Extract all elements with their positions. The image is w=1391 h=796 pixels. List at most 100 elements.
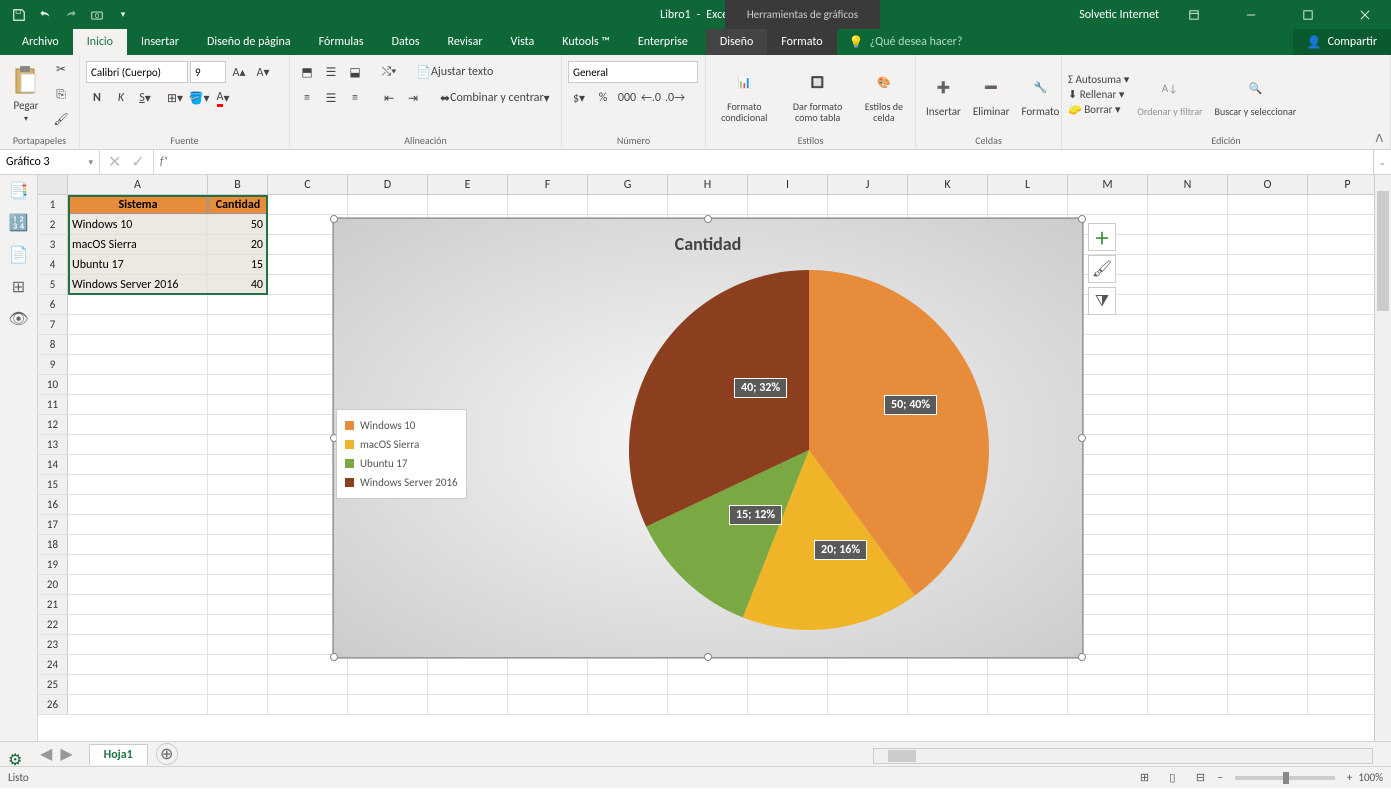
cut-icon[interactable]: ✂ xyxy=(50,59,72,81)
tab-file[interactable]: Archivo xyxy=(8,29,73,55)
align-top-icon[interactable]: ⬒ xyxy=(296,61,318,83)
row-header[interactable]: 18 xyxy=(38,535,68,554)
cell[interactable] xyxy=(1148,315,1228,334)
cell[interactable] xyxy=(208,395,268,414)
cell[interactable] xyxy=(908,675,988,694)
normal-view-icon[interactable]: ⊞ xyxy=(1133,769,1155,787)
cell[interactable] xyxy=(1228,215,1308,234)
column-header[interactable]: L xyxy=(988,175,1068,194)
cell[interactable] xyxy=(68,435,208,454)
tab-review[interactable]: Revisar xyxy=(434,29,497,55)
cell[interactable] xyxy=(1148,555,1228,574)
cell[interactable] xyxy=(1228,695,1308,714)
cell[interactable] xyxy=(1228,275,1308,294)
cell[interactable] xyxy=(1228,355,1308,374)
cell[interactable] xyxy=(1148,515,1228,534)
row-header[interactable]: 12 xyxy=(38,415,68,434)
column-header[interactable]: M xyxy=(1068,175,1148,194)
cell[interactable] xyxy=(1148,255,1228,274)
nav-icon[interactable]: ⊞ xyxy=(12,277,25,297)
legend-item[interactable]: Ubuntu 17 xyxy=(345,454,458,473)
cell[interactable] xyxy=(208,315,268,334)
cell[interactable] xyxy=(208,675,268,694)
cell[interactable] xyxy=(1148,435,1228,454)
cell[interactable] xyxy=(1148,195,1228,214)
cell[interactable] xyxy=(668,675,748,694)
cell[interactable] xyxy=(208,355,268,374)
cell[interactable] xyxy=(1228,495,1308,514)
cell[interactable] xyxy=(1068,695,1148,714)
close-button[interactable] xyxy=(1342,0,1387,29)
cell[interactable] xyxy=(1148,615,1228,634)
cell[interactable] xyxy=(508,675,588,694)
cell[interactable] xyxy=(828,695,908,714)
align-middle-icon[interactable]: ☰ xyxy=(320,61,342,83)
chart-styles-button[interactable]: 🖌 xyxy=(1088,255,1116,283)
zoom-out-button[interactable]: − xyxy=(1217,771,1222,784)
cell[interactable] xyxy=(1228,475,1308,494)
worksheet-grid[interactable]: ABCDEFGHIJKLMNOP 1SistemaCantidad2Window… xyxy=(38,175,1391,741)
cell[interactable] xyxy=(988,695,1068,714)
row-header[interactable]: 2 xyxy=(38,215,68,234)
row-header[interactable]: 7 xyxy=(38,315,68,334)
data-label[interactable]: 15; 12% xyxy=(729,505,782,525)
cell[interactable] xyxy=(1148,675,1228,694)
cell[interactable]: 40 xyxy=(208,275,268,294)
cell[interactable]: Windows Server 2016 xyxy=(68,275,208,294)
cell[interactable]: Windows 10 xyxy=(68,215,208,234)
tab-chart-design[interactable]: Diseño xyxy=(706,29,767,55)
cell[interactable] xyxy=(1228,675,1308,694)
cell[interactable] xyxy=(68,595,208,614)
cell[interactable] xyxy=(1148,275,1228,294)
cell[interactable] xyxy=(68,555,208,574)
format-painter-icon[interactable]: 🖌 xyxy=(50,109,72,131)
cell[interactable] xyxy=(1148,595,1228,614)
cell[interactable] xyxy=(508,195,588,214)
tab-chart-format[interactable]: Formato xyxy=(767,29,836,55)
undo-icon[interactable] xyxy=(34,4,56,26)
chart-elements-button[interactable]: ＋ xyxy=(1088,223,1116,251)
bold-button[interactable]: N xyxy=(86,87,108,109)
cell[interactable] xyxy=(908,695,988,714)
cell[interactable] xyxy=(68,615,208,634)
cell[interactable] xyxy=(68,335,208,354)
cell[interactable] xyxy=(1228,435,1308,454)
cell[interactable] xyxy=(68,515,208,534)
row-header[interactable]: 13 xyxy=(38,435,68,454)
borders-icon[interactable]: ⊞▾ xyxy=(164,87,186,109)
increase-indent-icon[interactable]: ⇥ xyxy=(402,87,424,109)
cell[interactable] xyxy=(68,655,208,674)
merge-button[interactable]: ⬌ Combinar y centrar ▾ xyxy=(436,87,554,109)
accept-formula-icon[interactable]: ✓ xyxy=(131,152,144,172)
save-icon[interactable] xyxy=(8,4,30,26)
column-header[interactable]: N xyxy=(1148,175,1228,194)
cell[interactable]: Sistema xyxy=(68,195,208,214)
cell[interactable] xyxy=(748,195,828,214)
row-header[interactable]: 11 xyxy=(38,395,68,414)
cell[interactable] xyxy=(68,635,208,654)
cell[interactable]: 15 xyxy=(208,255,268,274)
thousands-icon[interactable]: 000 xyxy=(616,87,638,109)
cell[interactable] xyxy=(1148,355,1228,374)
tab-kutools[interactable]: Kutools ™ xyxy=(548,29,624,55)
decrease-indent-icon[interactable]: ⇤ xyxy=(378,87,400,109)
tab-formulas[interactable]: Fórmulas xyxy=(305,29,378,55)
cell[interactable] xyxy=(68,695,208,714)
cell[interactable] xyxy=(1228,595,1308,614)
qat-dropdown-icon[interactable]: ▾ xyxy=(112,4,134,26)
align-left-icon[interactable]: ≡ xyxy=(296,87,318,109)
increase-decimal-icon[interactable]: ←.0 xyxy=(640,87,662,109)
zoom-slider[interactable] xyxy=(1235,776,1335,780)
page-break-view-icon[interactable]: ⊟ xyxy=(1189,769,1211,787)
cell[interactable] xyxy=(1228,395,1308,414)
camera-icon[interactable] xyxy=(86,4,108,26)
delete-cells-button[interactable]: ➖Eliminar xyxy=(969,71,1014,118)
row-header[interactable]: 24 xyxy=(38,655,68,674)
legend-item[interactable]: Windows 10 xyxy=(345,416,458,435)
cell[interactable] xyxy=(268,695,348,714)
fill-button[interactable]: ⬇ Rellenar ▾ xyxy=(1068,88,1129,101)
cell[interactable] xyxy=(1148,655,1228,674)
clear-button[interactable]: 🧽 Borrar ▾ xyxy=(1068,103,1129,116)
nav-icon[interactable]: 📄 xyxy=(9,245,29,265)
cell[interactable] xyxy=(1148,295,1228,314)
